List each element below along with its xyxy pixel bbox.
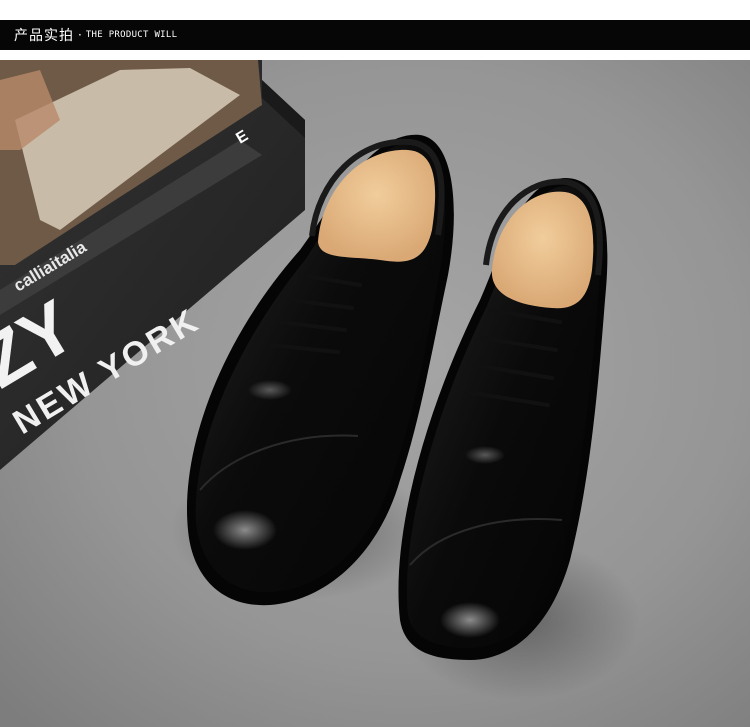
banner-separator: ·	[78, 28, 82, 42]
product-photo: calliaitalia ZY NEW YORK E	[0, 60, 750, 727]
section-banner: 产品实拍 · THE PRODUCT WILL	[0, 20, 750, 50]
left-shoe-shine	[213, 510, 277, 550]
product-page: 产品实拍 · THE PRODUCT WILL calliaitalia ZY …	[0, 0, 750, 727]
top-margin	[0, 0, 750, 20]
banner-title-cn: 产品实拍	[14, 28, 74, 44]
banner-gap	[0, 50, 750, 60]
banner-title-en: THE PRODUCT WILL	[85, 30, 178, 40]
right-shoe-shine-2	[465, 446, 505, 464]
right-shoe-shine	[440, 602, 500, 638]
product-photo-svg: calliaitalia ZY NEW YORK E	[0, 60, 750, 727]
left-shoe-shine-2	[248, 380, 292, 400]
